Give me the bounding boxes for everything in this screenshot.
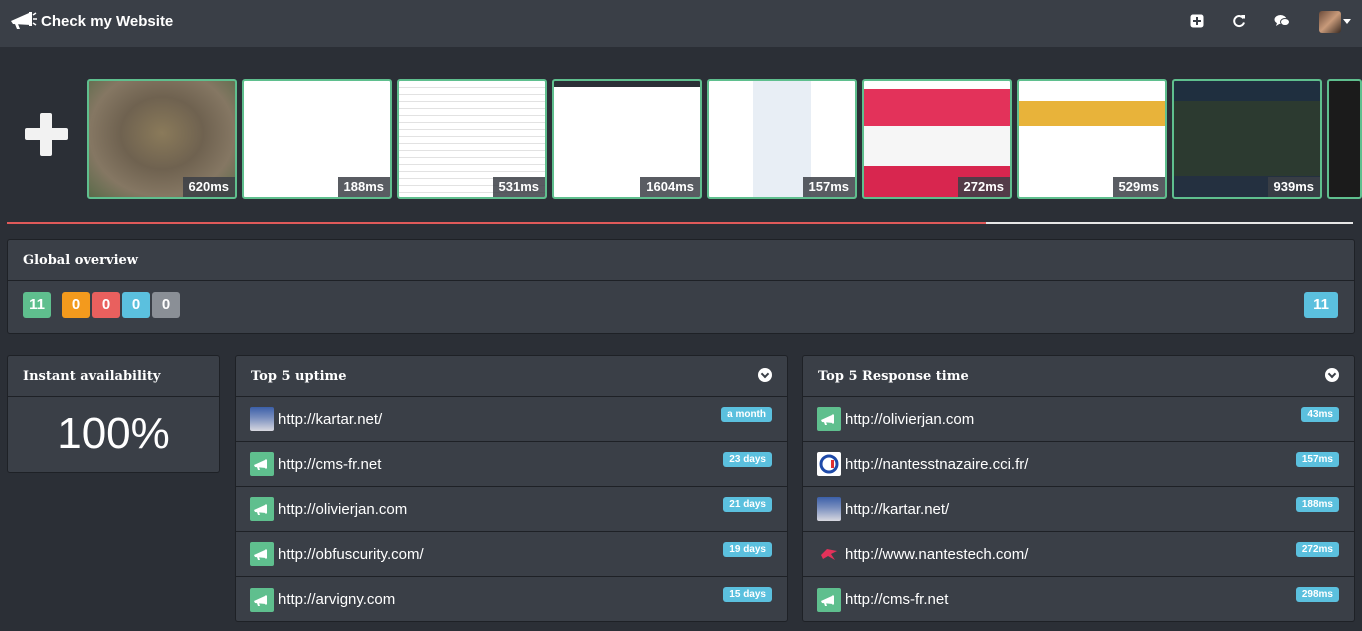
list-item[interactable]: http://olivierjan.com 21 days [236, 487, 787, 532]
site-url-link[interactable]: http://kartar.net/ [845, 501, 949, 518]
kartar-favicon-icon [250, 407, 274, 431]
megaphone-icon [817, 407, 841, 431]
brand[interactable]: Check my Website [9, 10, 173, 32]
site-screenshot-thumb[interactable]: 620ms [87, 79, 237, 199]
site-screenshot-thumb[interactable] [1327, 79, 1362, 199]
list-item[interactable]: http://obfuscurity.com/19 days [236, 532, 787, 577]
global-overview-body: 11 0 0 0 0 11 [8, 281, 1354, 333]
site-url-link[interactable]: http://obfuscurity.com/ [278, 546, 424, 563]
site-url-link[interactable]: http://olivierjan.com [845, 411, 974, 428]
kartar-favicon-icon [817, 497, 841, 521]
list-item[interactable]: http://kartar.net/a month [236, 397, 787, 442]
site-screenshot-thumb[interactable]: 272ms [862, 79, 1012, 199]
progress-bar-fill [7, 222, 986, 224]
list-item[interactable]: http://cms-fr.net 298ms [803, 577, 1354, 622]
thumb-response-time: 531ms [492, 177, 545, 197]
chevron-circle-down-icon[interactable] [1325, 368, 1339, 382]
megaphone-logo-icon [9, 9, 37, 34]
thumb-response-time: 620ms [182, 177, 235, 197]
instant-availability-panel: Instant availability 100% [7, 355, 220, 473]
top-response-list: http://olivierjan.com 43ms http://nantesst… [803, 397, 1354, 622]
thumb-response-time: 939ms [1267, 177, 1320, 197]
metric-badge: 21 days [723, 497, 772, 512]
navbar: Check my Website [0, 0, 1362, 47]
metric-badge: 272ms [1295, 542, 1339, 557]
global-overview-title: Global overview [8, 240, 1354, 281]
site-url-link[interactable]: http://cms-fr.net [845, 591, 948, 608]
site-url-link[interactable]: http://olivierjan.com [278, 501, 407, 518]
site-screenshot-thumb[interactable]: 529ms [1017, 79, 1167, 199]
brand-title: Check my Website [41, 12, 174, 30]
megaphone-icon [250, 452, 274, 476]
megaphone-icon [250, 587, 274, 612]
thumb-response-time: 272ms [957, 177, 1010, 197]
avatar[interactable] [1319, 11, 1341, 33]
top-response-title: Top 5 Response time [803, 356, 1354, 397]
megaphone-icon [250, 497, 274, 521]
site-screenshot-thumb[interactable]: 939ms [1172, 79, 1322, 199]
site-screenshot-thumb[interactable]: 157ms [707, 79, 857, 199]
comments-icon[interactable] [1273, 12, 1291, 30]
plus-square-icon[interactable] [1188, 12, 1206, 30]
instant-availability-title: Instant availability [8, 356, 219, 397]
count-badge-up[interactable]: 11 [23, 292, 51, 318]
metric-badge: a month [721, 407, 772, 422]
metric-badge: 43ms [1301, 407, 1339, 422]
thumb-response-time: 529ms [1112, 177, 1165, 197]
metric-badge: 298ms [1295, 587, 1339, 602]
availability-value: 100% [57, 409, 170, 458]
count-badge-warning[interactable]: 0 [62, 292, 90, 318]
site-screenshot-thumb[interactable]: 188ms [242, 79, 392, 199]
list-item[interactable]: http://nantesstnazaire.cci.fr/157ms [803, 442, 1354, 487]
site-url-link[interactable]: http://nantesstnazaire.cci.fr/ [845, 456, 1028, 473]
chevron-down-icon[interactable] [1343, 19, 1351, 24]
count-badge-info[interactable]: 0 [122, 292, 150, 318]
metric-badge: 19 days [723, 542, 772, 557]
global-overview-panel: Global overview 11 0 0 0 0 11 [7, 239, 1355, 334]
list-item[interactable]: http://cms-fr.net 23 days [236, 442, 787, 487]
metric-badge: 188ms [1295, 497, 1339, 512]
list-item[interactable]: http://arvigny.com 15 days [236, 577, 787, 622]
top-response-panel: Top 5 Response time http://olivierjan.co… [802, 355, 1355, 622]
thumb-response-time: 1604ms [640, 177, 700, 197]
megaphone-icon [250, 542, 274, 566]
site-url-link[interactable]: http://www.nantestech.com/ [845, 546, 1028, 563]
site-url-link[interactable]: http://arvigny.com [278, 591, 395, 608]
progress-bar [7, 222, 1353, 224]
list-item[interactable]: http://www.nantestech.com/272ms [803, 532, 1354, 577]
nantestech-favicon-icon [817, 542, 841, 566]
megaphone-icon [817, 587, 841, 612]
list-item[interactable]: http://olivierjan.com 43ms [803, 397, 1354, 442]
site-screenshot-thumb[interactable]: 1604ms [552, 79, 702, 199]
total-badge[interactable]: 11 [1304, 292, 1338, 318]
metric-badge: 157ms [1295, 452, 1339, 467]
cci-favicon-icon [817, 452, 841, 476]
chevron-circle-down-icon[interactable] [758, 368, 772, 382]
list-item[interactable]: http://kartar.net/188ms [803, 487, 1354, 532]
add-site-plus-icon[interactable] [25, 113, 68, 156]
top-response-title-text: Top 5 Response time [818, 368, 969, 384]
site-url-link[interactable]: http://kartar.net/ [278, 411, 382, 428]
top-uptime-title: Top 5 uptime [236, 356, 787, 397]
metric-badge: 23 days [723, 452, 772, 467]
refresh-icon[interactable] [1230, 12, 1248, 30]
count-badge-down[interactable]: 0 [92, 292, 120, 318]
thumb-response-time: 157ms [802, 177, 855, 197]
top-uptime-panel: Top 5 uptime http://kartar.net/a month ht… [235, 355, 788, 622]
site-url-link[interactable]: http://cms-fr.net [278, 456, 381, 473]
top-uptime-title-text: Top 5 uptime [251, 368, 347, 384]
top-uptime-list: http://kartar.net/a month http://cms-fr.n… [236, 397, 787, 622]
count-badge-unknown[interactable]: 0 [152, 292, 180, 318]
metric-badge: 15 days [723, 587, 772, 602]
site-screenshot-thumb[interactable]: 531ms [397, 79, 547, 199]
thumb-response-time: 188ms [337, 177, 390, 197]
